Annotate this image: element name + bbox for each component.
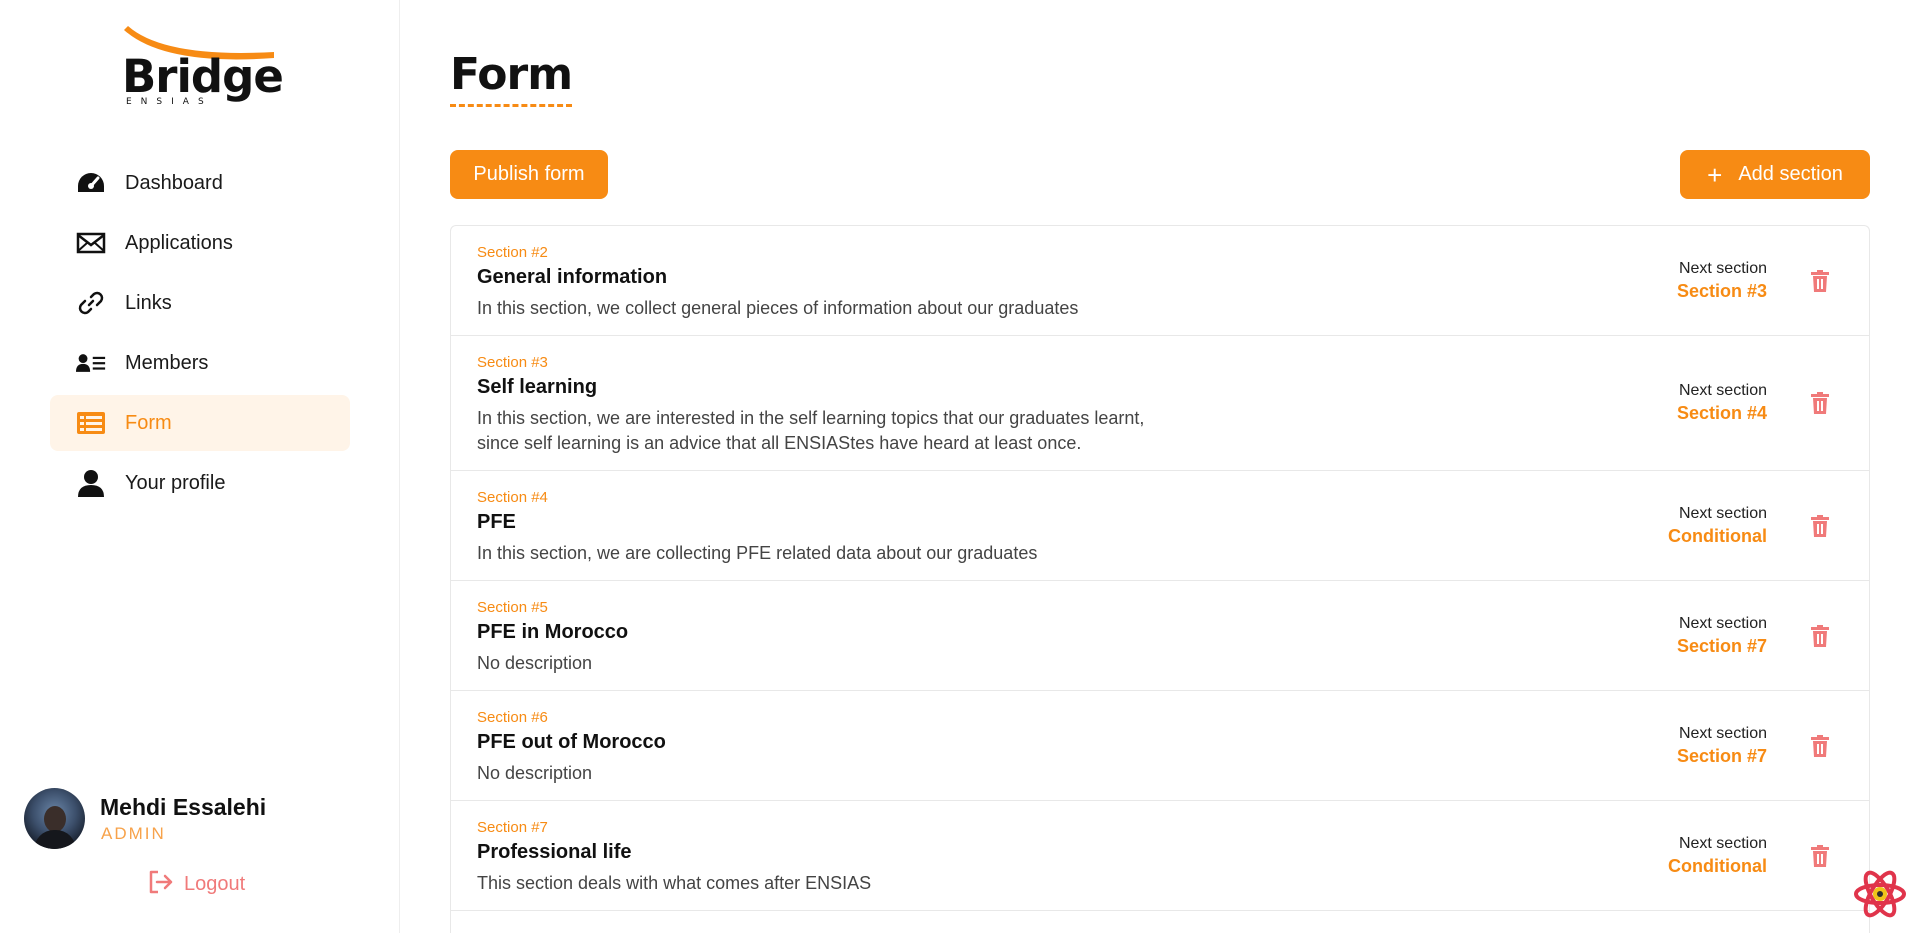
next-section: Next section Section #7 bbox=[1677, 615, 1767, 657]
bridge-logo[interactable]: Bridge ENSIAS bbox=[118, 22, 284, 107]
logo-wordmark: Bridge bbox=[122, 50, 284, 103]
section-description: In this section, we collect general piec… bbox=[477, 298, 1079, 318]
avatar[interactable] bbox=[24, 788, 85, 849]
next-section: Next section Section #3 bbox=[1677, 260, 1767, 302]
section-title: Self learning bbox=[477, 376, 598, 398]
next-section: Next section Conditional bbox=[1668, 835, 1767, 877]
section-row[interactable]: Section #3 Self learning In this section… bbox=[451, 336, 1869, 471]
section-number: Section #3 bbox=[477, 354, 548, 371]
sidebar-item-your-profile[interactable]: Your profile bbox=[50, 455, 350, 511]
trash-icon[interactable] bbox=[1811, 392, 1829, 414]
section-row[interactable] bbox=[451, 911, 1869, 933]
section-row[interactable]: Section #4 PFE In this section, we are c… bbox=[451, 471, 1869, 581]
section-title: PFE in Morocco bbox=[477, 621, 629, 643]
section-title: General information bbox=[477, 266, 668, 288]
section-row[interactable]: Section #5 PFE in Morocco No description… bbox=[451, 581, 1869, 691]
form-list-icon bbox=[76, 410, 106, 436]
trash-icon[interactable] bbox=[1811, 515, 1829, 537]
next-section-value[interactable]: Section #7 bbox=[1677, 636, 1767, 657]
section-description: In this section, we are interested in th… bbox=[477, 408, 1145, 453]
section-title: PFE out of Morocco bbox=[477, 731, 666, 753]
section-row[interactable]: Section #2 General information In this s… bbox=[451, 226, 1869, 336]
trash-icon[interactable] bbox=[1811, 845, 1829, 867]
sidebar-item-label: Members bbox=[125, 351, 209, 374]
sidebar-item-links[interactable]: Links bbox=[50, 275, 350, 331]
sidebar-item-label: Form bbox=[125, 411, 172, 434]
sidebar: Bridge ENSIAS Dashboard Applications Lin… bbox=[0, 0, 400, 933]
section-number: Section #2 bbox=[477, 244, 548, 261]
next-section-value[interactable]: Section #4 bbox=[1677, 403, 1767, 424]
link-icon bbox=[76, 290, 106, 316]
user-name: Mehdi Essalehi bbox=[100, 794, 267, 820]
section-title: Professional life bbox=[477, 841, 632, 863]
section-number: Section #4 bbox=[477, 489, 548, 506]
sidebar-item-label: Links bbox=[125, 291, 172, 314]
section-number: Section #7 bbox=[477, 819, 548, 836]
add-section-button[interactable]: + Add section bbox=[1680, 150, 1870, 199]
next-section-value[interactable]: Conditional bbox=[1668, 526, 1767, 547]
publish-form-button[interactable]: Publish form bbox=[450, 150, 608, 199]
section-description: This section deals with what comes after… bbox=[477, 873, 872, 893]
user-icon bbox=[76, 470, 106, 497]
section-description: No description bbox=[477, 653, 593, 673]
next-section: Next section Section #7 bbox=[1677, 725, 1767, 767]
plus-icon: + bbox=[1707, 159, 1723, 190]
sidebar-nav: Dashboard Applications Links Members For… bbox=[50, 155, 350, 515]
sidebar-item-applications[interactable]: Applications bbox=[50, 215, 350, 271]
sections-list: Section #2 General information In this s… bbox=[450, 225, 1870, 933]
react-devtools-icon[interactable] bbox=[1853, 870, 1907, 918]
section-description: No description bbox=[477, 763, 593, 783]
trash-icon[interactable] bbox=[1811, 735, 1829, 757]
next-section-label: Next section bbox=[1678, 260, 1767, 277]
next-section-label: Next section bbox=[1678, 835, 1767, 852]
next-section-label: Next section bbox=[1678, 505, 1767, 522]
next-section-value[interactable]: Conditional bbox=[1668, 856, 1767, 877]
next-section-value[interactable]: Section #3 bbox=[1677, 281, 1767, 302]
user-role: ADMIN bbox=[101, 824, 166, 843]
envelope-icon bbox=[76, 230, 106, 256]
section-row[interactable]: Section #6 PFE out of Morocco No descrip… bbox=[451, 691, 1869, 801]
next-section-label: Next section bbox=[1678, 725, 1767, 742]
sidebar-item-dashboard[interactable]: Dashboard bbox=[50, 155, 350, 211]
logout-label: Logout bbox=[184, 872, 246, 895]
section-row[interactable]: Section #7 Professional life This sectio… bbox=[451, 801, 1869, 911]
sidebar-item-label: Your profile bbox=[125, 471, 226, 494]
section-number: Section #6 bbox=[477, 709, 548, 726]
main-content: Form Publish form + Add section Section … bbox=[450, 0, 1870, 933]
trash-icon[interactable] bbox=[1811, 625, 1829, 647]
add-section-label: Add section bbox=[1738, 163, 1843, 185]
next-section-label: Next section bbox=[1678, 382, 1767, 399]
next-section-label: Next section bbox=[1678, 615, 1767, 632]
sidebar-item-form[interactable]: Form bbox=[50, 395, 350, 451]
members-icon bbox=[76, 350, 106, 376]
section-title: PFE bbox=[477, 511, 516, 533]
logo-subtitle: ENSIAS bbox=[126, 97, 213, 107]
sidebar-item-label: Applications bbox=[125, 231, 233, 254]
app-root: Bridge ENSIAS Dashboard Applications Lin… bbox=[0, 0, 1920, 933]
logout-button[interactable]: Logout bbox=[148, 870, 245, 898]
gauge-icon bbox=[76, 170, 106, 196]
next-section: Next section Conditional bbox=[1668, 505, 1767, 547]
page-title: Form bbox=[450, 50, 573, 107]
sidebar-item-members[interactable]: Members bbox=[50, 335, 350, 391]
next-section-value[interactable]: Section #7 bbox=[1677, 746, 1767, 767]
section-description: In this section, we are collecting PFE r… bbox=[477, 543, 1038, 563]
user-card: Mehdi Essalehi ADMIN bbox=[24, 788, 364, 850]
logout-icon bbox=[148, 870, 174, 899]
next-section: Next section Section #4 bbox=[1677, 382, 1767, 424]
section-number: Section #5 bbox=[477, 599, 548, 616]
sidebar-item-label: Dashboard bbox=[125, 171, 223, 194]
trash-icon[interactable] bbox=[1811, 270, 1829, 292]
